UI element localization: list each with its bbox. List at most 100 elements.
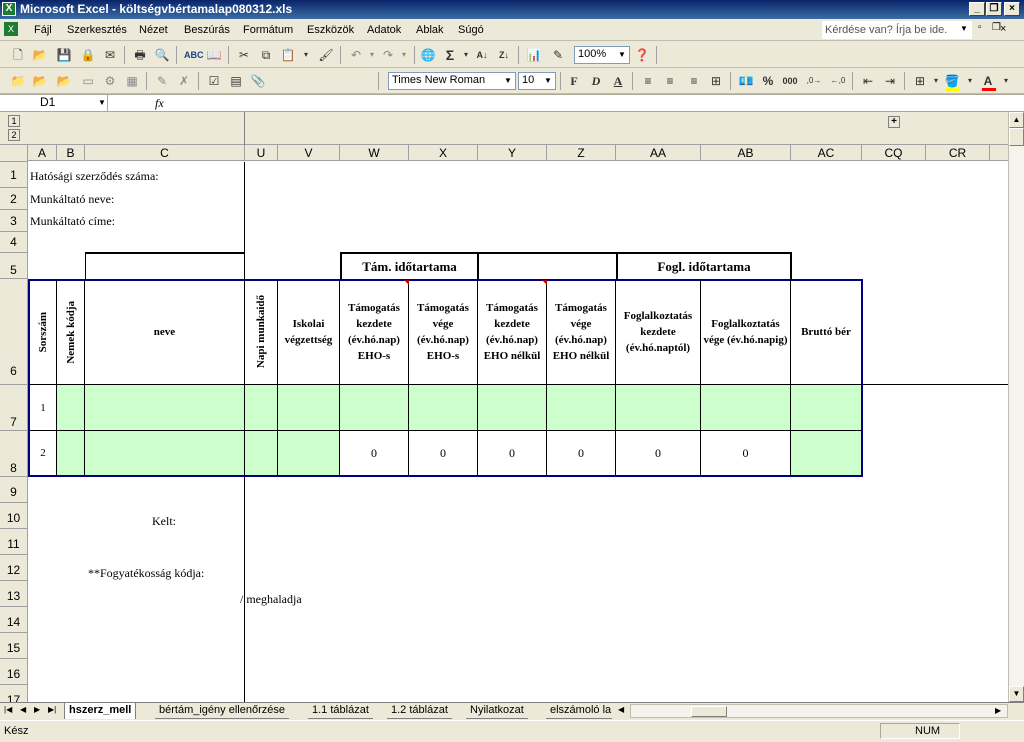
font-name-select[interactable]: Times New Roman ▼ [388,72,516,90]
cell-u8[interactable] [245,431,278,475]
font-color-dropdown-icon[interactable]: ▾ [998,73,1014,89]
cell-z8[interactable]: 0 [547,431,616,475]
zoom-select[interactable]: 100% ▼ [574,46,630,64]
cell-x8[interactable]: 0 [409,431,478,475]
help-dropdown-icon[interactable]: ▼ [960,24,968,33]
cell-v8[interactable] [278,431,340,475]
row-header-7[interactable]: 7 [0,385,28,431]
email-icon[interactable]: ✉ [102,47,118,63]
print-icon[interactable]: 🖶 [132,47,148,63]
scroll-down-icon[interactable]: ▼ [1009,686,1024,702]
save-icon[interactable]: 💾 [56,47,72,63]
cell-x7[interactable] [409,385,478,431]
comment-indicator[interactable] [404,280,409,285]
borders-dropdown-icon[interactable]: ▾ [928,73,944,89]
restore-button[interactable]: ❐ [986,2,1002,16]
drawing-icon[interactable]: ✎ [550,47,566,63]
format-painter-icon[interactable]: 🖌 [318,47,334,63]
paste-dropdown-icon[interactable]: ▾ [298,47,314,63]
paste-icon[interactable]: 📋 [280,47,296,63]
column-header-ac[interactable]: AC [791,145,862,161]
fill-color-icon[interactable]: 🪣 [944,73,960,89]
prev-sheet-icon[interactable]: ◀ [20,705,26,714]
percent-icon[interactable]: % [760,73,776,89]
column-header-y[interactable]: Y [478,145,547,161]
formula-input[interactable] [170,95,1024,111]
next-sheet-icon[interactable]: ▶ [34,705,40,714]
undo-dropdown-icon[interactable]: ▾ [364,47,380,63]
column-header-cr[interactable]: CR [926,145,990,161]
cell-b8[interactable] [57,431,85,475]
redo-dropdown-icon[interactable]: ▾ [396,47,412,63]
name-box[interactable]: D1 [0,95,108,111]
outline-level-2-button[interactable]: 2 [8,129,20,141]
permission-icon[interactable]: 🔒 [80,47,96,63]
scroll-up-icon[interactable]: ▲ [1009,112,1024,128]
cell-v7[interactable] [278,385,340,431]
sheet-grid[interactable]: 1 2 + A B C U V W X Y Z AA AB AC CQ CR 1… [0,112,1008,702]
menu-window[interactable]: Ablak [416,24,444,36]
scroll-thumb[interactable] [1009,128,1024,146]
font-color-icon[interactable]: A [980,73,996,89]
cut-icon[interactable]: ✂ [236,47,252,63]
cell-a2[interactable]: Munkáltató neve: [30,192,114,207]
cell-b7[interactable] [57,385,85,431]
row-header-2[interactable]: 2 [0,188,28,210]
name-box-dropdown-icon[interactable]: ▼ [98,98,106,107]
column-header-c[interactable]: C [85,145,245,161]
cell-ac7[interactable] [791,385,861,431]
horizontal-scroll-thumb[interactable] [691,706,727,717]
menu-help[interactable]: Súgó [458,24,484,36]
pencil-icon[interactable]: ✎ [154,73,170,89]
row-header-16[interactable]: 16 [0,659,28,685]
check-icon[interactable]: ☑ [206,73,222,89]
first-sheet-icon[interactable]: |◀ [4,705,12,714]
menu-tools[interactable]: Eszközök [307,24,354,36]
cell-u7[interactable] [245,385,278,431]
new-icon[interactable]: 🗋 [10,47,26,63]
align-center-icon[interactable]: ≡ [662,73,678,89]
italic-icon[interactable]: D [588,73,604,89]
vertical-scrollbar[interactable]: ▲ ▼ [1008,112,1024,702]
cell-a8[interactable]: 2 [30,431,57,475]
increase-decimal-icon[interactable]: ,0→ [806,73,822,89]
autosum-icon[interactable]: Σ [442,47,458,63]
workbook-icon[interactable]: X [4,22,18,36]
close-button[interactable]: × [1004,2,1020,16]
cell-u13[interactable]: / meghaladja [240,592,302,607]
cell-a1[interactable]: Hatósági szerződés száma: [30,169,159,184]
chart-wizard-icon[interactable]: 📊 [526,47,542,63]
column-header-z[interactable]: Z [547,145,616,161]
cell-w7[interactable] [340,385,409,431]
row-header-5[interactable]: 5 [0,253,28,279]
last-sheet-icon[interactable]: ▶| [48,705,56,714]
function-icon[interactable]: fx [155,96,164,111]
row-header-10[interactable]: 10 [0,503,28,529]
cell-z7[interactable] [547,385,616,431]
cell-ab8[interactable]: 0 [701,431,791,475]
sort-descending-icon[interactable]: Z↓ [496,47,512,63]
outline-level-1-button[interactable]: 1 [8,115,20,127]
horizontal-scrollbar[interactable]: ▶ [630,704,1008,718]
print-preview-icon[interactable]: 🔍 [154,47,170,63]
help-icon[interactable]: ❓ [634,47,650,63]
column-header-cq[interactable]: CQ [862,145,926,161]
undo-icon[interactable]: ↶ [348,47,364,63]
cell-c12[interactable]: **Fogyatékosság kódja: [88,566,204,581]
folder-icon[interactable]: 📁 [10,73,26,89]
chevron-down-icon[interactable]: ▼ [542,74,554,88]
sort-ascending-icon[interactable]: A↓ [474,47,490,63]
cell-c10[interactable]: Kelt: [152,514,176,529]
merge-center-icon[interactable]: ⊞ [708,73,724,89]
folder-star-icon[interactable]: 📂 [56,73,72,89]
column-header-v[interactable]: V [278,145,340,161]
align-left-icon[interactable]: ≡ [640,73,656,89]
restore-workbook-icon[interactable]: ❐ [992,22,1001,33]
copy-icon[interactable]: ⧉ [258,47,274,63]
bold-icon[interactable]: F [566,73,582,89]
menu-view[interactable]: Nézet [139,24,168,36]
scroll-right-icon[interactable]: ▶ [995,706,1001,715]
excel-icon[interactable]: X [2,2,16,16]
menu-data[interactable]: Adatok [367,24,401,36]
row-header-15[interactable]: 15 [0,633,28,659]
